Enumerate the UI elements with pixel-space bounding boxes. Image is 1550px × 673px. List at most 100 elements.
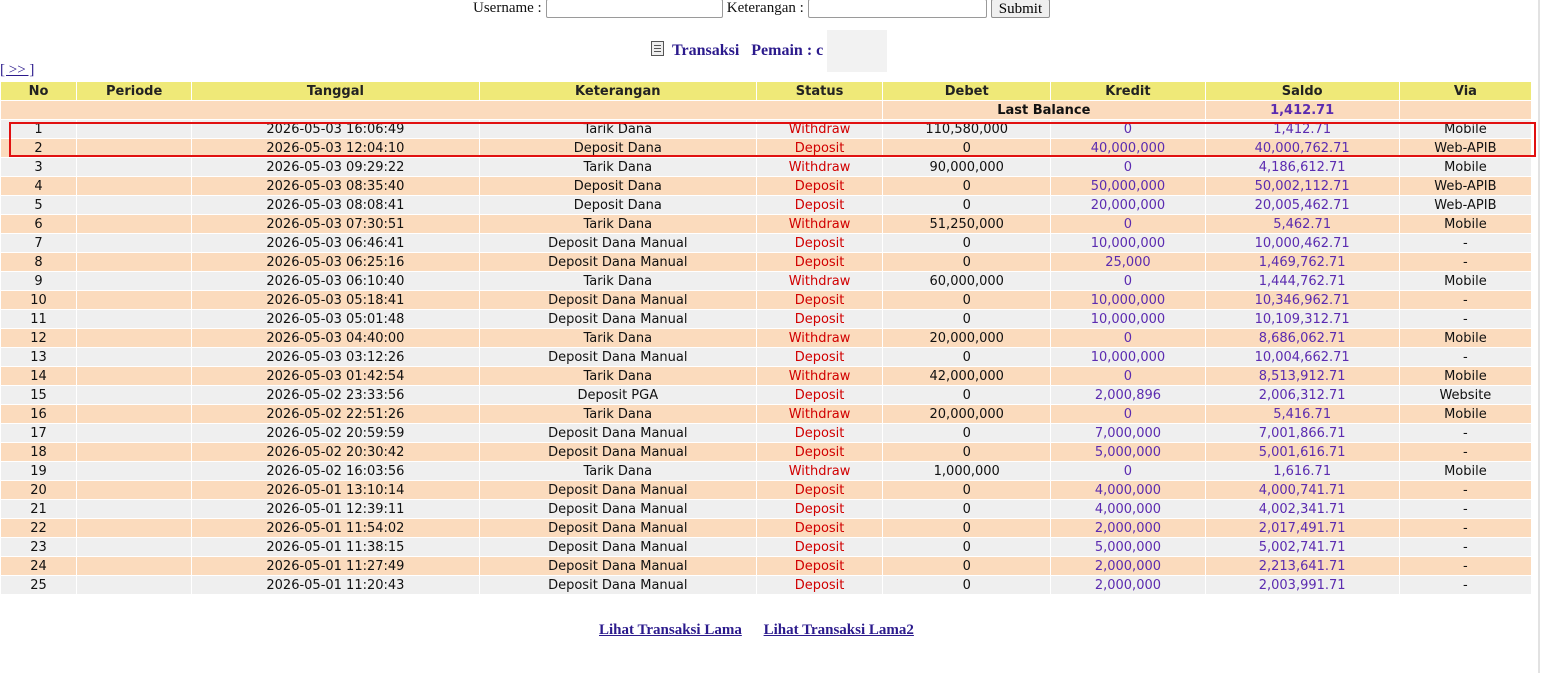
cell-saldo: 5,002,741.71 <box>1205 538 1399 556</box>
cell-tanggal: 2026-05-01 12:39:11 <box>192 500 479 518</box>
cell-tanggal: 2026-05-03 08:35:40 <box>192 177 479 195</box>
cell-status: Deposit <box>756 253 883 271</box>
cell-periode <box>77 386 192 404</box>
cell-periode <box>77 367 192 385</box>
cell-periode <box>77 253 192 271</box>
cell-no: 9 <box>1 272 77 290</box>
cell-via: Mobile <box>1399 462 1531 480</box>
transaction-table: No Periode Tanggal Keterangan Status Deb… <box>0 81 1532 595</box>
cell-debet: 51,250,000 <box>883 215 1051 233</box>
window-edge <box>1538 0 1540 673</box>
cell-periode <box>77 291 192 309</box>
cell-keterangan: Deposit Dana <box>479 139 756 157</box>
cell-debet: 20,000,000 <box>883 329 1051 347</box>
cell-periode <box>77 481 192 499</box>
keterangan-label: Keterangan : <box>726 0 804 16</box>
cell-no: 7 <box>1 234 77 252</box>
cell-debet: 0 <box>883 386 1051 404</box>
cell-keterangan: Deposit Dana Manual <box>479 500 756 518</box>
cell-no: 17 <box>1 424 77 442</box>
old-transactions-link[interactable]: Lihat Transaksi Lama <box>599 622 742 638</box>
cell-status: Deposit <box>756 196 883 214</box>
cell-periode <box>77 424 192 442</box>
keterangan-input[interactable] <box>807 0 987 18</box>
cell-no: 10 <box>1 291 77 309</box>
last-balance-via <box>1399 101 1531 119</box>
cell-keterangan: Tarik Dana <box>479 272 756 290</box>
cell-keterangan: Deposit Dana Manual <box>479 310 756 328</box>
cell-periode <box>77 329 192 347</box>
table-row: 22 2026-05-01 11:54:02 Deposit Dana Manual… <box>1 519 1531 537</box>
cell-periode <box>77 234 192 252</box>
cell-no: 13 <box>1 348 77 366</box>
cell-status: Deposit <box>756 386 883 404</box>
cell-status: Deposit <box>756 348 883 366</box>
cell-no: 11 <box>1 310 77 328</box>
cell-no: 15 <box>1 386 77 404</box>
cell-debet: 0 <box>883 234 1051 252</box>
submit-button[interactable]: Submit <box>990 0 1051 18</box>
cell-periode <box>77 576 192 594</box>
cell-kredit: 0 <box>1051 367 1205 385</box>
next-page-link[interactable]: [ >> ] <box>0 62 34 79</box>
cell-via: - <box>1399 424 1531 442</box>
cell-debet: 90,000,000 <box>883 158 1051 176</box>
cell-tanggal: 2026-05-03 09:29:22 <box>192 158 479 176</box>
username-input[interactable] <box>545 0 723 18</box>
cell-saldo: 1,412.71 <box>1205 120 1399 138</box>
cell-debet: 1,000,000 <box>883 462 1051 480</box>
page-heading: Transaksi Pemain : c <box>651 30 888 72</box>
cell-debet: 0 <box>883 481 1051 499</box>
cell-status: Deposit <box>756 177 883 195</box>
cell-status: Deposit <box>756 576 883 594</box>
cell-via: - <box>1399 253 1531 271</box>
cell-kredit: 0 <box>1051 462 1205 480</box>
cell-keterangan: Deposit Dana Manual <box>479 291 756 309</box>
cell-tanggal: 2026-05-02 23:33:56 <box>192 386 479 404</box>
cell-periode <box>77 500 192 518</box>
table-row: 13 2026-05-03 03:12:26 Deposit Dana Manual… <box>1 348 1531 366</box>
cell-periode <box>77 405 192 423</box>
header-saldo: Saldo <box>1205 82 1399 100</box>
last-balance-spacer <box>1 101 883 119</box>
cell-via: - <box>1399 538 1531 556</box>
cell-saldo: 10,346,962.71 <box>1205 291 1399 309</box>
redacted-player-name <box>827 30 888 72</box>
cell-debet: 42,000,000 <box>883 367 1051 385</box>
cell-status: Withdraw <box>756 158 883 176</box>
cell-via: Mobile <box>1399 405 1531 423</box>
cell-keterangan: Deposit Dana Manual <box>479 424 756 442</box>
cell-no: 19 <box>1 462 77 480</box>
cell-tanggal: 2026-05-01 13:10:14 <box>192 481 479 499</box>
table-row: 20 2026-05-01 13:10:14 Deposit Dana Manual… <box>1 481 1531 499</box>
cell-saldo: 8,686,062.71 <box>1205 329 1399 347</box>
cell-tanggal: 2026-05-03 05:01:48 <box>192 310 479 328</box>
table-row: 16 2026-05-02 22:51:26 Tarik Dana Withdraw 2… <box>1 405 1531 423</box>
old-transactions-2-link[interactable]: Lihat Transaksi Lama2 <box>764 622 914 638</box>
cell-debet: 0 <box>883 177 1051 195</box>
cell-no: 1 <box>1 120 77 138</box>
cell-periode <box>77 443 192 461</box>
cell-keterangan: Deposit Dana <box>479 177 756 195</box>
header-tanggal: Tanggal <box>192 82 479 100</box>
cell-periode <box>77 310 192 328</box>
cell-debet: 0 <box>883 348 1051 366</box>
cell-debet: 0 <box>883 576 1051 594</box>
cell-keterangan: Tarik Dana <box>479 120 756 138</box>
table-row: 25 2026-05-01 11:20:43 Deposit Dana Manual… <box>1 576 1531 594</box>
cell-via: - <box>1399 348 1531 366</box>
cell-kredit: 2,000,896 <box>1051 386 1205 404</box>
cell-status: Withdraw <box>756 462 883 480</box>
header-via: Via <box>1399 82 1531 100</box>
cell-keterangan: Deposit Dana Manual <box>479 443 756 461</box>
cell-keterangan: Deposit Dana Manual <box>479 576 756 594</box>
cell-periode <box>77 462 192 480</box>
cell-status: Withdraw <box>756 120 883 138</box>
cell-via: - <box>1399 443 1531 461</box>
cell-no: 14 <box>1 367 77 385</box>
cell-tanggal: 2026-05-02 20:59:59 <box>192 424 479 442</box>
cell-status: Deposit <box>756 481 883 499</box>
cell-kredit: 2,000,000 <box>1051 557 1205 575</box>
cell-tanggal: 2026-05-01 11:27:49 <box>192 557 479 575</box>
cell-debet: 0 <box>883 538 1051 556</box>
